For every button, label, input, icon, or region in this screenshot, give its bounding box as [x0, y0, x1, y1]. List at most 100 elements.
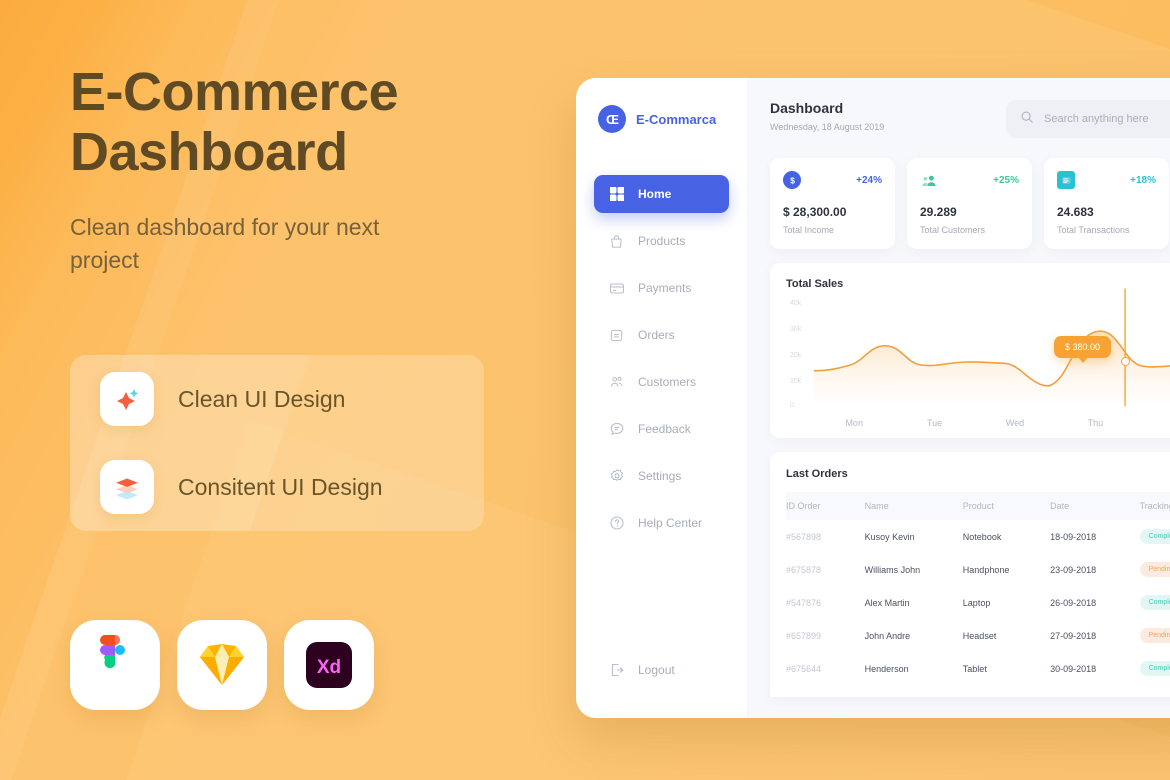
adobe-xd-logo: Xd: [284, 620, 374, 710]
sidebar-item-help-center[interactable]: Help Center: [594, 504, 729, 542]
cell-product: Handphone: [962, 564, 1010, 575]
status-badge: Complete: [1139, 661, 1170, 676]
orders-table: ID Order Name Product Date Tracking #567…: [786, 492, 1170, 685]
chat-icon: [608, 421, 625, 438]
column-header-product: Product: [962, 501, 994, 511]
brand-mark: Œ: [598, 105, 626, 133]
feature-card: Clean UI Design Consitent UI Design: [70, 355, 484, 531]
sidebar-item-customers[interactable]: Customers: [594, 363, 729, 401]
title-line-1: E-Commerce: [70, 62, 399, 122]
feature-label: Clean UI Design: [178, 385, 346, 412]
table-row[interactable]: #567898 Kusoy Kevin Notebook 18-09-2018 …: [786, 520, 1170, 553]
sidebar-item-products[interactable]: Products: [594, 222, 729, 260]
bag-icon: [608, 233, 625, 250]
figma-logo: [70, 620, 160, 710]
cell-id: #547876: [786, 597, 822, 608]
dashboard-title: Dashboard: [770, 100, 844, 116]
tool-logos: Xd: [70, 620, 374, 710]
sidebar-item-label: Payments: [638, 281, 692, 295]
table-row[interactable]: #547876 Alex Martin Laptop 26-09-2018 Co…: [786, 586, 1170, 619]
y-tick-label: 30k: [790, 326, 802, 333]
y-tick-label: 40k: [790, 300, 802, 307]
sidebar-item-label: Feedback: [638, 422, 691, 436]
promo-panel: E-Commerce Dashboard Clean dashboard for…: [70, 62, 550, 278]
stat-percent: +25%: [993, 174, 1019, 186]
cell-date: 18-09-2018: [1050, 531, 1097, 542]
search-placeholder: Search anything here: [1044, 113, 1149, 125]
stat-percent: +18%: [1130, 174, 1156, 186]
transaction-icon: [1057, 171, 1075, 189]
table-row[interactable]: #657899 John Andre Headset 27-09-2018 Pe…: [786, 619, 1170, 652]
svg-text:$: $: [790, 176, 795, 185]
sparkle-icon: [100, 372, 154, 426]
stat-label: Total Customers: [920, 225, 986, 235]
chart-marker-layer: [814, 298, 1170, 384]
sketch-logo: [177, 620, 267, 710]
column-header-date: Date: [1050, 501, 1070, 511]
dashboard-date: Wednesday, 18 August 2019: [770, 122, 885, 132]
customers-icon: [920, 171, 938, 189]
feature-item: Clean UI Design: [70, 355, 484, 443]
cell-product: Notebook: [962, 531, 1002, 542]
cell-date: 27-09-2018: [1050, 630, 1097, 641]
brand-logo: Œ E-Commarca: [594, 105, 729, 133]
stat-card-total-transactions: +18% 24.683 Total Transactions: [1044, 158, 1169, 249]
x-tick-label: Fri: [1136, 418, 1170, 428]
cell-status: Pending: [1139, 553, 1170, 586]
sidebar-item-orders[interactable]: Orders: [594, 316, 729, 354]
chart-data-point-marker: [1120, 357, 1130, 366]
sidebar-item-label: Logout: [638, 663, 675, 677]
people-icon: [608, 374, 625, 391]
cell-product: Laptop: [962, 597, 991, 608]
cell-id: #657899: [786, 630, 822, 641]
logout-icon: [608, 662, 625, 679]
column-header-id-order: ID Order: [786, 501, 821, 511]
credit-card-icon: [608, 280, 625, 297]
last-orders-card: Last Orders ID Order Name Product Date T…: [770, 452, 1170, 697]
feature-label: Consitent UI Design: [178, 473, 383, 500]
main-content: Dashboard Wednesday, 18 August 2019 Sear…: [748, 78, 1170, 718]
sidebar-item-label: Help Center: [638, 516, 703, 530]
question-icon: [608, 515, 625, 532]
table-row[interactable]: #675644 Henderson Tablet 30-09-2018 Comp…: [786, 652, 1170, 685]
table-row[interactable]: #675878 Williams John Handphone 23-09-20…: [786, 553, 1170, 586]
sidebar: Œ E-Commarca Home Products Payments Orde…: [576, 78, 748, 718]
sidebar-item-settings[interactable]: Settings: [594, 457, 729, 495]
stat-value: 24.683: [1057, 205, 1094, 219]
stat-value: $ 28,300.00: [783, 205, 847, 219]
sidebar-item-payments[interactable]: Payments: [594, 269, 729, 307]
search-bar[interactable]: Search anything here: [1006, 100, 1170, 138]
stat-value: 29.289: [920, 205, 957, 219]
grid-icon: [608, 186, 625, 203]
sidebar-item-label: Home: [638, 187, 672, 201]
cell-date: 23-09-2018: [1050, 564, 1097, 575]
order-box-icon: [608, 327, 625, 344]
gear-icon: [608, 468, 625, 485]
stat-label: Total Income: [783, 225, 835, 235]
cell-name: Kusoy Kevin: [864, 531, 915, 542]
status-badge: Pending: [1139, 562, 1170, 577]
orders-title: Last Orders: [786, 468, 848, 480]
cell-id: #675644: [786, 663, 822, 674]
cell-status: Complete: [1139, 520, 1170, 553]
sidebar-item-feedback[interactable]: Feedback: [594, 410, 729, 448]
page-title: E-Commerce Dashboard: [70, 62, 550, 183]
cell-status: Complete: [1139, 652, 1170, 685]
dashboard-window: Œ E-Commarca Home Products Payments Orde…: [576, 78, 1170, 718]
title-line-2: Dashboard: [70, 122, 348, 183]
y-tick-label: 10k: [790, 378, 802, 385]
sidebar-item-logout[interactable]: Logout: [594, 651, 729, 689]
status-badge: Complete: [1139, 529, 1170, 544]
cell-product: Tablet: [962, 663, 987, 674]
chart-x-axis: Mon Tue Wed Thu Fri: [814, 418, 1170, 428]
y-tick-label: 20k: [790, 352, 802, 359]
cell-name: Alex Martin: [864, 597, 910, 608]
x-tick-label: Tue: [927, 418, 943, 428]
dollar-icon: $: [783, 171, 801, 189]
sidebar-item-home[interactable]: Home: [594, 175, 729, 213]
search-icon: [1020, 110, 1034, 129]
brand-name: E-Commarca: [636, 111, 717, 127]
stat-card-total-income: $ +24% $ 28,300.00 Total Income: [770, 158, 895, 249]
chart-title: Total Sales: [786, 278, 844, 290]
